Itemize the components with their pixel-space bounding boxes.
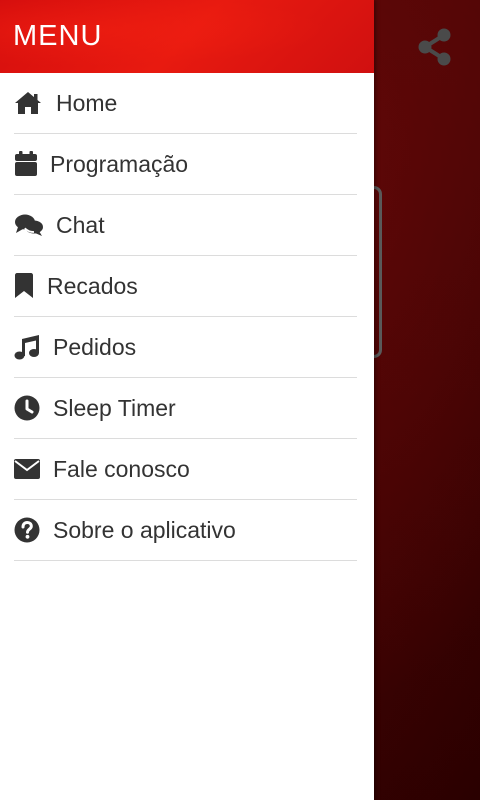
menu-item-sleep-timer[interactable]: Sleep Timer bbox=[14, 378, 357, 439]
menu-item-label: Home bbox=[56, 89, 118, 116]
menu-item-label: Programação bbox=[50, 150, 189, 177]
menu-item-label: Sobre o aplicativo bbox=[53, 516, 236, 543]
share-button[interactable] bbox=[414, 26, 456, 68]
menu-item-label: Chat bbox=[56, 211, 105, 238]
menu-item-recados[interactable]: Recados bbox=[14, 256, 357, 317]
drawer-header: MENU bbox=[0, 0, 374, 73]
bookmark-icon bbox=[14, 271, 47, 301]
chat-icon bbox=[14, 210, 56, 240]
calendar-icon bbox=[14, 149, 50, 179]
menu-item-chat[interactable]: Chat bbox=[14, 195, 357, 256]
music-icon bbox=[14, 332, 53, 362]
menu-item-sobre[interactable]: Sobre o aplicativo bbox=[14, 500, 357, 561]
screen: MENU Home Programação Chat Recados Pedid… bbox=[0, 0, 480, 800]
menu-list: Home Programação Chat Recados Pedidos Sl… bbox=[0, 73, 374, 561]
menu-item-pedidos[interactable]: Pedidos bbox=[14, 317, 357, 378]
clock-icon bbox=[14, 393, 53, 423]
menu-item-label: Sleep Timer bbox=[53, 394, 176, 421]
envelope-icon bbox=[14, 454, 53, 484]
home-icon bbox=[14, 88, 56, 118]
menu-item-fale-conosco[interactable]: Fale conosco bbox=[14, 439, 357, 500]
menu-item-label: Pedidos bbox=[53, 333, 137, 360]
navigation-drawer: MENU Home Programação Chat Recados Pedid… bbox=[0, 0, 374, 800]
menu-item-label: Fale conosco bbox=[53, 455, 190, 482]
menu-item-home[interactable]: Home bbox=[14, 73, 357, 134]
drawer-title: MENU bbox=[13, 20, 103, 52]
menu-item-programacao[interactable]: Programação bbox=[14, 134, 357, 195]
question-circle-icon bbox=[14, 515, 53, 545]
share-icon bbox=[418, 28, 451, 66]
menu-item-label: Recados bbox=[47, 272, 138, 299]
